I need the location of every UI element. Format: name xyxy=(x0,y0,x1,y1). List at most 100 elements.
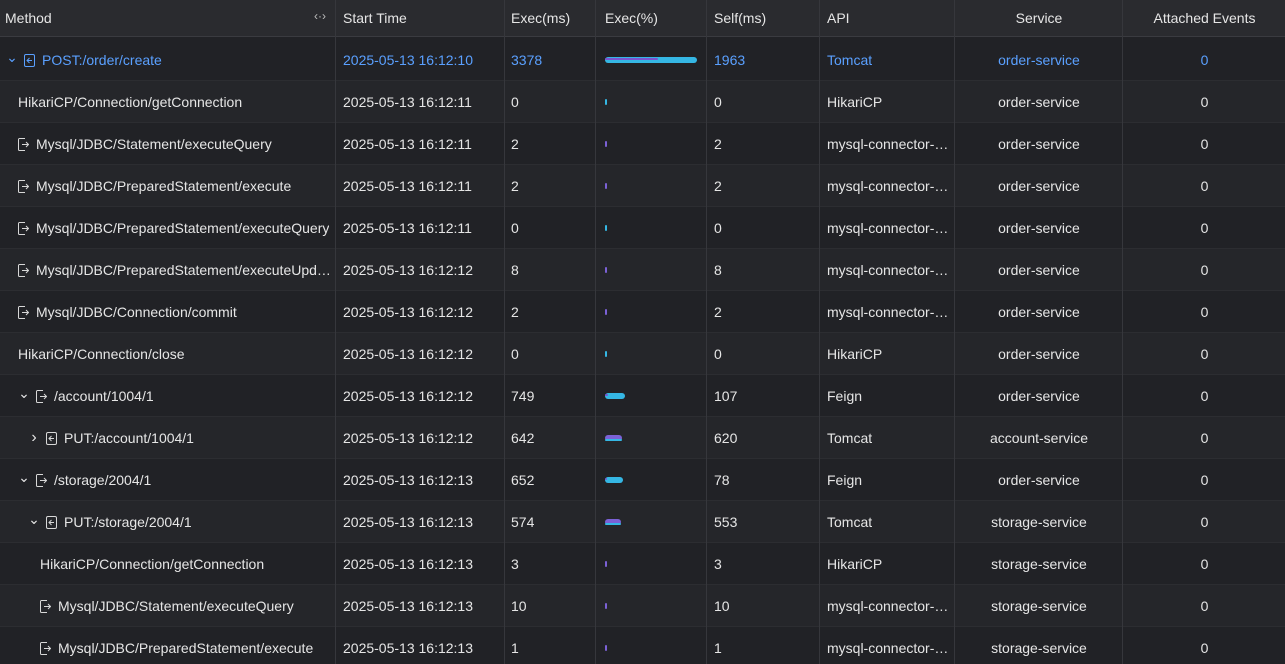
api-name: Tomcat xyxy=(827,52,873,68)
table-row[interactable]: Mysql/JDBC/PreparedStatement/execute 2025… xyxy=(0,165,1285,207)
start-time-cell: 2025-05-13 16:12:12 xyxy=(343,291,503,333)
chevron-right-icon[interactable]: › xyxy=(28,429,40,447)
self-ms: 620 xyxy=(714,430,738,446)
api-name-cell: mysql-connector-java xyxy=(827,123,949,165)
exec-ms-cell: 8 xyxy=(511,249,593,291)
column-divider[interactable] xyxy=(335,0,336,664)
column-divider[interactable] xyxy=(504,0,505,664)
table-row[interactable]: HikariCP/Connection/getConnection 2025-05… xyxy=(0,543,1285,585)
exec-ms: 0 xyxy=(511,220,519,236)
service-name-cell: account-service xyxy=(956,417,1122,459)
table-row[interactable]: Mysql/JDBC/Connection/commit 2025-05-13 1… xyxy=(0,291,1285,333)
exec-bar-fill xyxy=(605,561,607,567)
exec-pct-cell xyxy=(605,165,701,207)
api-name-cell: Tomcat xyxy=(827,417,949,459)
exec-ms-cell: 3 xyxy=(511,543,593,585)
service-name: order-service xyxy=(998,262,1080,278)
table-row[interactable]: Mysql/JDBC/Statement/executeQuery 2025-05… xyxy=(0,123,1285,165)
start-time: 2025-05-13 16:12:12 xyxy=(343,388,473,404)
method-name[interactable]: Mysql/JDBC/Statement/executeQuery xyxy=(36,136,272,152)
column-divider[interactable] xyxy=(954,0,955,664)
exec-ms: 0 xyxy=(511,94,519,110)
method-name[interactable]: Mysql/JDBC/PreparedStatement/executeQuer… xyxy=(36,220,329,236)
self-ms-cell: 78 xyxy=(714,459,814,501)
exec-ms-cell: 2 xyxy=(511,123,593,165)
column-header-exec-ms[interactable]: Exec(ms) xyxy=(511,0,593,36)
table-row[interactable]: Mysql/JDBC/PreparedStatement/executeUpda… xyxy=(0,249,1285,291)
method-name[interactable]: HikariCP/Connection/getConnection xyxy=(18,94,242,110)
method-cell: ⌄ PUT:/storage/2004/1 xyxy=(28,501,334,543)
exec-ms-cell: 574 xyxy=(511,501,593,543)
exec-pct-bar xyxy=(605,267,697,273)
table-row[interactable]: HikariCP/Connection/close 2025-05-13 16:1… xyxy=(0,333,1285,375)
method-name[interactable]: Mysql/JDBC/Statement/executeQuery xyxy=(58,598,294,614)
method-name[interactable]: PUT:/storage/2004/1 xyxy=(64,514,192,530)
table-row[interactable]: ⌄ POST:/order/create 2025-05-13 16:12:10 33… xyxy=(0,39,1285,81)
service-name: order-service xyxy=(998,94,1080,110)
exit-icon xyxy=(36,389,47,403)
exec-bar-fill xyxy=(605,99,607,105)
start-time-cell: 2025-05-13 16:12:13 xyxy=(343,585,503,627)
table-row[interactable]: Mysql/JDBC/PreparedStatement/execute 2025… xyxy=(0,627,1285,664)
start-time-cell: 2025-05-13 16:12:13 xyxy=(343,627,503,664)
api-name: HikariCP xyxy=(827,346,883,362)
exec-bar-edge xyxy=(605,523,621,525)
table-row[interactable]: ⌄ /storage/2004/1 2025-05-13 16:12:13 652 78… xyxy=(0,459,1285,501)
chevron-down-icon[interactable]: ⌄ xyxy=(28,511,40,528)
method-name[interactable]: Mysql/JDBC/PreparedStatement/execute xyxy=(58,640,313,656)
attached-events-cell: 0 xyxy=(1124,249,1285,291)
exit-icon xyxy=(18,221,29,235)
column-header-attached-events[interactable]: Attached Events xyxy=(1124,0,1285,36)
method-name[interactable]: HikariCP/Connection/getConnection xyxy=(40,556,264,572)
method-name[interactable]: /storage/2004/1 xyxy=(54,472,151,488)
attached-events: 0 xyxy=(1200,514,1209,530)
self-ms-cell: 0 xyxy=(714,333,814,375)
exec-pct-cell xyxy=(605,39,701,81)
exec-pct-cell xyxy=(605,501,701,543)
service-name-cell: order-service xyxy=(956,81,1122,123)
table-row[interactable]: ⌄ /account/1004/1 2025-05-13 16:12:12 749 10… xyxy=(0,375,1285,417)
start-time: 2025-05-13 16:12:10 xyxy=(343,52,473,68)
method-name[interactable]: Mysql/JDBC/PreparedStatement/executeUpda… xyxy=(36,262,334,278)
method-name[interactable]: PUT:/account/1004/1 xyxy=(64,430,194,446)
exec-ms: 1 xyxy=(511,640,519,656)
table-row[interactable]: › PUT:/account/1004/1 2025-05-13 16:12:12 6… xyxy=(0,417,1285,459)
column-header-service[interactable]: Service xyxy=(956,0,1122,36)
exec-pct-bar xyxy=(605,603,697,609)
column-header-api[interactable]: API xyxy=(827,0,949,36)
table-row[interactable]: Mysql/JDBC/Statement/executeQuery 2025-05… xyxy=(0,585,1285,627)
self-ms: 1963 xyxy=(714,52,746,68)
self-ms-cell: 0 xyxy=(714,207,814,249)
column-divider[interactable] xyxy=(706,0,707,664)
self-bar-fill xyxy=(605,394,608,396)
trace-table: Method ‹·› Start Time Exec(ms) Exec(%) S… xyxy=(0,0,1285,664)
column-header-self-ms[interactable]: Self(ms) xyxy=(714,0,814,36)
exec-pct-cell xyxy=(605,543,701,585)
api-name-cell: Tomcat xyxy=(827,501,949,543)
method-name[interactable]: HikariCP/Connection/close xyxy=(18,346,185,362)
method-name[interactable]: /account/1004/1 xyxy=(54,388,154,404)
column-resize-icon[interactable]: ‹·› xyxy=(314,9,326,23)
service-name-cell: storage-service xyxy=(956,543,1122,585)
method-name[interactable]: Mysql/JDBC/Connection/commit xyxy=(36,304,237,320)
column-header-start-time[interactable]: Start Time xyxy=(343,0,503,36)
exec-ms-cell: 0 xyxy=(511,207,593,249)
method-name[interactable]: Mysql/JDBC/PreparedStatement/execute xyxy=(36,178,291,194)
table-row[interactable]: Mysql/JDBC/PreparedStatement/executeQuer… xyxy=(0,207,1285,249)
method-name[interactable]: POST:/order/create xyxy=(42,52,162,68)
column-divider[interactable] xyxy=(819,0,820,664)
column-header-method[interactable]: Method xyxy=(5,0,305,36)
chevron-down-icon[interactable]: ⌄ xyxy=(6,49,18,66)
column-header-exec-pct[interactable]: Exec(%) xyxy=(605,0,701,36)
chevron-down-icon[interactable]: ⌄ xyxy=(18,469,30,486)
chevron-down-icon[interactable]: ⌄ xyxy=(18,385,30,402)
attached-events: 0 xyxy=(1200,346,1209,362)
column-divider[interactable] xyxy=(1122,0,1123,664)
method-cell: ⌄ /storage/2004/1 xyxy=(18,459,334,501)
table-row[interactable]: ⌄ PUT:/storage/2004/1 2025-05-13 16:12:13 5… xyxy=(0,501,1285,543)
api-name: HikariCP xyxy=(827,556,883,572)
table-row[interactable]: HikariCP/Connection/getConnection 2025-05… xyxy=(0,81,1285,123)
exec-bar-fill xyxy=(605,477,623,483)
column-divider[interactable] xyxy=(595,0,596,664)
exec-ms: 3378 xyxy=(511,52,543,68)
